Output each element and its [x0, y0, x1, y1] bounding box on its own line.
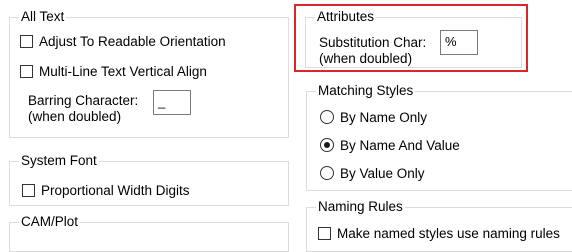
- make-named-styles-label: Make named styles use naming rules: [337, 225, 560, 241]
- by-name-only-option[interactable]: By Name Only: [320, 109, 427, 125]
- by-name-and-value-radio[interactable]: [320, 138, 334, 152]
- naming-rules-group-title: Naming Rules: [316, 199, 405, 215]
- system-font-group-title: System Font: [19, 153, 99, 169]
- adjust-readable-orientation-option[interactable]: Adjust To Readable Orientation: [20, 33, 226, 49]
- by-name-only-label: By Name Only: [340, 109, 428, 125]
- cam-plot-group: CAM/Plot: [9, 214, 289, 252]
- make-named-styles-checkbox[interactable]: [318, 226, 331, 240]
- adjust-readable-orientation-checkbox[interactable]: [20, 34, 33, 48]
- matching-styles-group-title: Matching Styles: [316, 83, 416, 99]
- make-named-styles-option[interactable]: Make named styles use naming rules: [318, 225, 560, 241]
- barring-character-label-line1: Barring Character:: [28, 93, 139, 108]
- multiline-vertical-align-label: Multi-Line Text Vertical Align: [39, 63, 207, 79]
- proportional-width-digits-label: Proportional Width Digits: [41, 182, 190, 198]
- cam-plot-group-title: CAM/Plot: [19, 214, 81, 230]
- proportional-width-digits-checkbox[interactable]: [22, 183, 35, 197]
- by-name-only-radio[interactable]: [320, 110, 334, 124]
- barring-character-label-line2: (when doubled): [28, 109, 122, 124]
- by-value-only-radio[interactable]: [320, 166, 334, 180]
- by-value-only-label: By Value Only: [340, 165, 425, 181]
- barring-character-input[interactable]: _: [153, 90, 191, 115]
- barring-character-label: Barring Character: (when doubled): [28, 93, 138, 125]
- attributes-highlight-box: [294, 4, 528, 72]
- by-value-only-option[interactable]: By Value Only: [320, 165, 425, 181]
- multiline-vertical-align-checkbox[interactable]: [20, 64, 33, 78]
- by-name-and-value-option[interactable]: By Name And Value: [320, 137, 460, 153]
- all-text-group-title: All Text: [19, 9, 67, 25]
- by-name-and-value-label: By Name And Value: [340, 137, 460, 153]
- proportional-width-digits-option[interactable]: Proportional Width Digits: [22, 182, 190, 198]
- adjust-readable-orientation-label: Adjust To Readable Orientation: [39, 33, 226, 49]
- multiline-vertical-align-option[interactable]: Multi-Line Text Vertical Align: [20, 63, 207, 79]
